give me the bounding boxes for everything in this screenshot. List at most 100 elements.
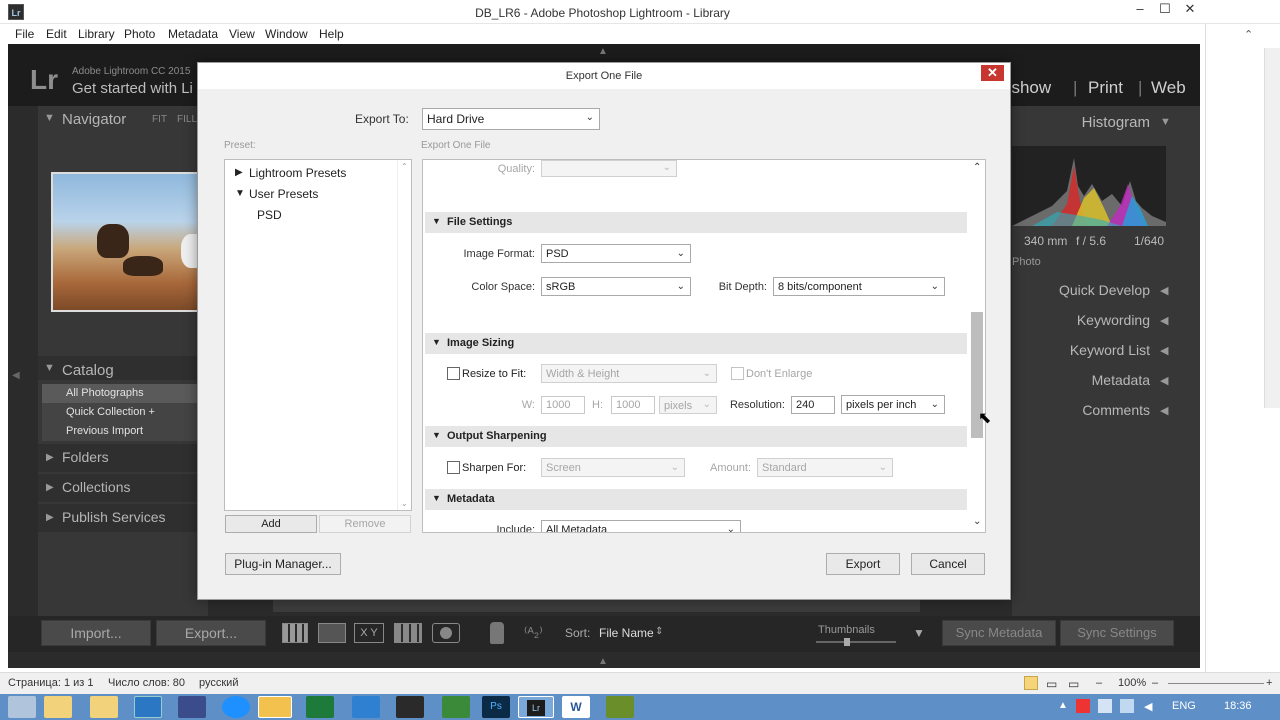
width-input[interactable]: 1000 (541, 396, 585, 414)
menu-metadata[interactable]: Metadata (168, 27, 218, 41)
collections-section[interactable]: ▶ Collections (38, 474, 208, 502)
preset-scrollbar[interactable]: ⌃ ⌄ (397, 160, 411, 510)
zoom-out-icon[interactable]: – (1152, 677, 1158, 689)
collapse-icon[interactable]: ◀ (1160, 374, 1168, 387)
sync-settings-button[interactable]: Sync Settings (1060, 620, 1174, 646)
plugin-manager-button[interactable]: Plug-in Manager... (225, 553, 341, 575)
quality-slider[interactable]: ⌄ (541, 160, 677, 177)
comments-panel[interactable]: Comments (1018, 402, 1150, 418)
catalog-item[interactable]: Quick Collection + (42, 403, 208, 422)
sort-direction-icon[interactable]: ⁽ᴬ₂⁾ (524, 624, 543, 641)
paint-icon[interactable] (396, 696, 424, 718)
collapse-icon[interactable]: ◀ (1160, 284, 1168, 297)
close-icon[interactable]: ✕ (1176, 0, 1204, 20)
resize-mode-select[interactable]: Width & Height ⌄ (541, 364, 717, 383)
image-format-select[interactable]: PSD ⌄ (541, 244, 691, 263)
excel-icon[interactable] (306, 696, 334, 718)
keyword-list-panel[interactable]: Keyword List (1018, 342, 1150, 358)
module-web[interactable]: Web (1151, 78, 1186, 98)
preset-item-psd[interactable]: PSD (257, 208, 282, 222)
menu-help[interactable]: Help (319, 27, 344, 41)
chevron-up-icon[interactable]: ⌃ (1244, 28, 1253, 41)
grid-view-icon[interactable] (282, 623, 308, 643)
collapse-icon[interactable]: ◀ (1160, 404, 1168, 417)
module-print[interactable]: Print (1088, 78, 1123, 98)
metadata-panel[interactable]: Metadata (1018, 372, 1150, 388)
remote-desktop-icon[interactable] (134, 696, 162, 718)
folders-section[interactable]: ▶ Folders (38, 444, 208, 472)
navigator-fit[interactable]: FIT (152, 114, 167, 125)
resolution-unit-select[interactable]: pixels per inch ⌄ (841, 395, 945, 414)
zoom-level[interactable]: 100% (1118, 677, 1146, 689)
collapse-icon[interactable]: ◀ (1160, 344, 1168, 357)
menu-window[interactable]: Window (265, 27, 308, 41)
add-preset-button[interactable]: Add (225, 515, 317, 533)
import-button[interactable]: Import... (41, 620, 151, 646)
documents-icon[interactable] (90, 696, 118, 718)
color-space-select[interactable]: sRGB ⌄ (541, 277, 691, 296)
histogram-toggle-icon[interactable]: ▼ (1160, 116, 1171, 128)
photoshop-icon[interactable]: Ps (482, 696, 510, 718)
collapse-icon[interactable]: ▼ (235, 188, 245, 199)
bit-depth-select[interactable]: 8 bits/component ⌄ (773, 277, 945, 296)
file-explorer-icon[interactable] (258, 696, 292, 718)
collapse-top-icon[interactable]: ▲ (598, 46, 608, 57)
navigator-preview[interactable] (51, 172, 205, 312)
keyboard-language[interactable]: ENG (1172, 700, 1196, 712)
show-hidden-icons-icon[interactable]: ▲ (1058, 700, 1068, 711)
settings-scrollbar[interactable]: ⌃ ⌄ (969, 160, 985, 532)
document-scrollbar[interactable] (1264, 48, 1280, 408)
sharpen-for-checkbox[interactable] (447, 461, 460, 474)
sort-select[interactable]: File Name (599, 626, 654, 640)
minimize-icon[interactable]: – (1127, 0, 1153, 20)
size-unit-select[interactable]: pixels ⌄ (659, 396, 717, 414)
internet-explorer-icon[interactable] (222, 696, 250, 718)
catalog-item[interactable]: Previous Import (42, 422, 208, 441)
sharpen-for-select[interactable]: Screen ⌄ (541, 458, 685, 477)
dont-enlarge-checkbox[interactable] (731, 367, 744, 380)
thumbnail-size-slider[interactable] (816, 638, 896, 646)
collapse-bottom-icon[interactable]: ▲ (598, 656, 608, 667)
preset-folder-user[interactable]: User Presets (249, 187, 318, 201)
clock[interactable]: 18:36 (1224, 700, 1252, 712)
export-dialog-button[interactable]: Export (826, 553, 900, 575)
network-icon[interactable] (1098, 699, 1112, 713)
navigator-fill[interactable]: FILL (177, 114, 197, 125)
volume-icon[interactable]: ◀ (1144, 700, 1152, 713)
zoom-slider[interactable] (1168, 683, 1264, 684)
file-settings-header[interactable]: ▼ File Settings (425, 212, 967, 233)
file-explorer-icon[interactable] (8, 696, 36, 718)
app-icon[interactable] (606, 696, 634, 718)
menu-view[interactable]: View (229, 27, 255, 41)
height-input[interactable]: 1000 (611, 396, 655, 414)
zoom-in-icon[interactable]: + (1266, 677, 1272, 689)
menu-file[interactable]: File (15, 27, 34, 41)
toolbar-menu-icon[interactable]: ▼ (913, 626, 925, 640)
dropbox-icon[interactable] (352, 696, 380, 718)
amount-select[interactable]: Standard ⌄ (757, 458, 893, 477)
expand-icon[interactable]: ▶ (235, 167, 243, 178)
loupe-view-icon[interactable] (318, 623, 346, 643)
resize-to-fit-checkbox[interactable] (447, 367, 460, 380)
output-sharpening-header[interactable]: ▼ Output Sharpening (425, 426, 967, 447)
folder-icon[interactable] (44, 696, 72, 718)
computer-icon[interactable] (178, 696, 206, 718)
web-layout-icon[interactable]: ▭ (1068, 677, 1079, 691)
export-button[interactable]: Export... (156, 620, 266, 646)
cancel-button[interactable]: Cancel (911, 553, 985, 575)
metadata-header[interactable]: ▼ Metadata (425, 489, 967, 510)
include-metadata-select[interactable]: All Metadata ⌄ (541, 520, 741, 532)
people-view-icon[interactable] (432, 623, 460, 643)
scroll-down-icon[interactable]: ⌄ (973, 516, 981, 527)
quick-develop-panel[interactable]: Quick Develop (1018, 282, 1150, 298)
read-mode-icon[interactable] (1024, 676, 1038, 690)
notification-icon[interactable] (1076, 699, 1090, 713)
publish-services-section[interactable]: ▶ Publish Services (38, 504, 208, 532)
image-sizing-header[interactable]: ▼ Image Sizing (425, 333, 967, 354)
preset-folder-lightroom[interactable]: Lightroom Presets (249, 166, 346, 180)
spray-can-icon[interactable] (490, 622, 504, 644)
dialog-close-icon[interactable]: ✕ (981, 65, 1004, 81)
export-to-select[interactable]: Hard Drive ⌄ (422, 108, 600, 130)
spreadsheet-icon[interactable] (442, 696, 470, 718)
sort-updown-icon[interactable]: ⇕ (655, 626, 663, 637)
